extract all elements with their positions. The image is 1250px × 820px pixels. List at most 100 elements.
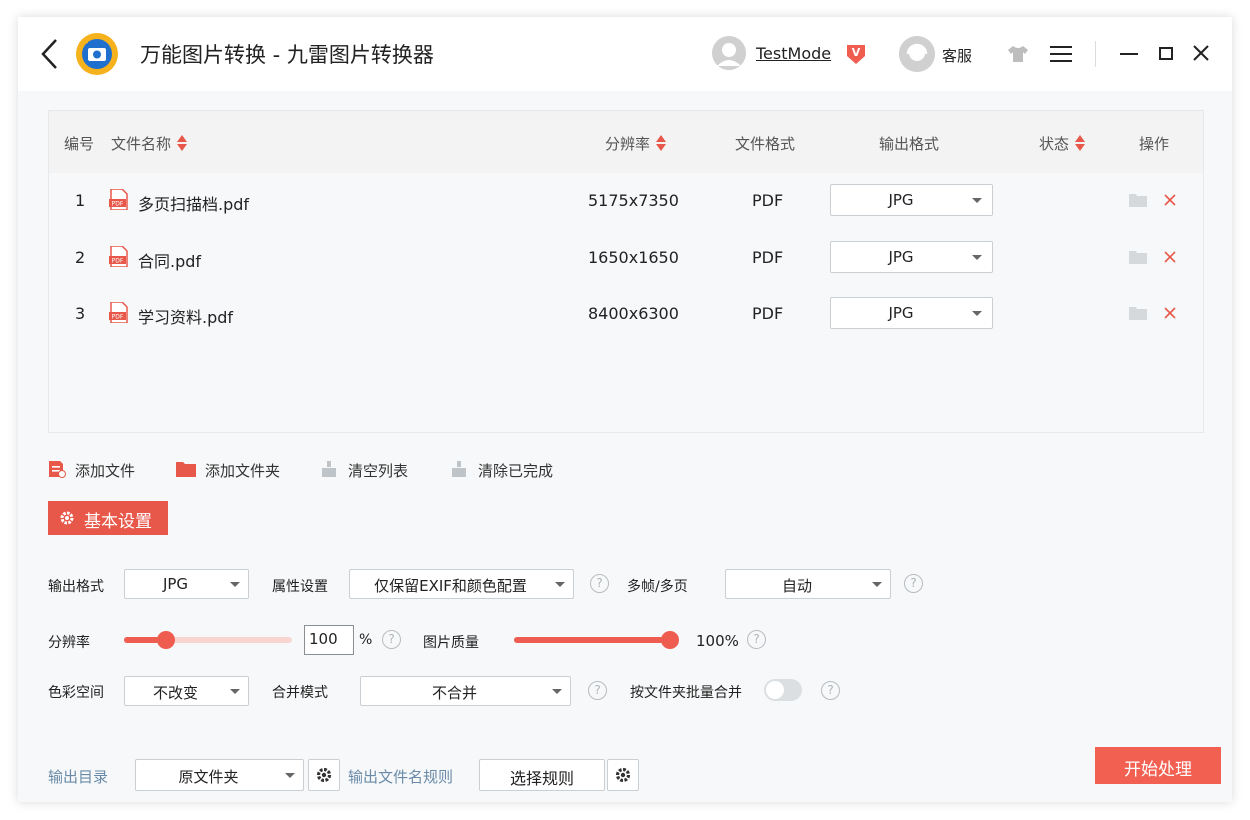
svg-text:PDF: PDF	[112, 201, 124, 208]
header-status-label: 状态	[1039, 135, 1070, 153]
row-resolution: 8400x6300	[588, 304, 679, 323]
add-folder-label: 添加文件夹	[205, 462, 281, 480]
header-output: 输出格式	[879, 135, 940, 153]
delete-row-icon[interactable]	[1163, 193, 1177, 207]
basic-settings-tab[interactable]: 基本设置	[48, 501, 168, 535]
row-format: PDF	[752, 191, 784, 210]
row-output-format-select[interactable]: JPG	[830, 184, 993, 216]
row-output-format-value: JPG	[888, 191, 914, 209]
help-icon[interactable]: ?	[590, 574, 609, 593]
svg-text:PDF: PDF	[112, 314, 124, 321]
row-filename: 合同.pdf	[138, 252, 202, 271]
row-output-format-value: JPG	[888, 248, 914, 266]
output-format-select[interactable]: JPG	[124, 569, 249, 599]
vip-badge-text: V	[852, 46, 861, 59]
add-folder-icon	[176, 462, 196, 477]
table-row[interactable]: 2 PDF 合同.pdf 1650x1650 PDF JPG	[49, 230, 1203, 286]
open-folder-icon[interactable]	[1129, 193, 1147, 207]
merge-mode-select[interactable]: 不合并	[360, 676, 571, 706]
help-icon[interactable]: ?	[382, 630, 401, 649]
quality-value: 100%	[696, 632, 739, 650]
quality-slider[interactable]	[514, 631, 679, 649]
quality-label: 图片质量	[423, 635, 479, 651]
header-resolution[interactable]: 分辨率	[605, 133, 667, 154]
sort-icon[interactable]	[1075, 135, 1086, 151]
clear-done-label: 清除已完成	[478, 462, 554, 480]
broom-icon	[452, 461, 466, 477]
pdf-file-icon: PDF	[109, 246, 128, 267]
header-name[interactable]: 文件名称	[111, 133, 188, 154]
batch-merge-label: 按文件夹批量合并	[630, 685, 742, 701]
customer-service-avatar[interactable]	[899, 36, 935, 72]
vip-badge-icon[interactable]: V	[843, 41, 869, 67]
output-dir-value: 原文件夹	[178, 768, 239, 786]
user-avatar[interactable]	[712, 36, 746, 70]
chevron-down-icon	[972, 255, 982, 260]
attr-setting-select[interactable]: 仅保留EXIF和颜色配置	[349, 569, 574, 599]
maximize-icon[interactable]	[1159, 47, 1173, 60]
app-window: 万能图片转换 - 九雷图片转换器 TestMode V 客服 编号 文件名称 分…	[18, 17, 1232, 802]
output-format-label: 输出格式	[48, 579, 104, 595]
row-output-format-select[interactable]: JPG	[830, 297, 993, 329]
chevron-down-icon	[285, 773, 295, 778]
gear-icon	[60, 511, 74, 525]
chevron-down-icon	[230, 689, 240, 694]
sort-icon[interactable]	[177, 135, 188, 151]
row-output-format-value: JPG	[888, 304, 914, 322]
row-index: 2	[75, 248, 86, 267]
customer-service-label[interactable]: 客服	[942, 45, 972, 66]
table-row[interactable]: 3 PDF 学习资料.pdf 8400x6300 PDF JPG	[49, 286, 1203, 342]
menu-icon[interactable]	[1050, 46, 1072, 62]
table-header: 编号 文件名称 分辨率 文件格式 输出格式 状态 操作	[49, 111, 1203, 173]
minimize-icon[interactable]	[1120, 53, 1138, 55]
header-resolution-label: 分辨率	[605, 135, 651, 153]
user-avatar-icon	[712, 36, 746, 70]
help-icon[interactable]: ?	[904, 574, 923, 593]
batch-merge-toggle[interactable]	[764, 679, 802, 701]
file-table: 编号 文件名称 分辨率 文件格式 输出格式 状态 操作 1 PDF 多页扫描档.…	[48, 110, 1204, 433]
help-icon[interactable]: ?	[588, 681, 607, 700]
header-status[interactable]: 状态	[1039, 133, 1086, 154]
skin-shirt-icon[interactable]	[1007, 45, 1029, 63]
output-dir-select[interactable]: 原文件夹	[135, 759, 304, 791]
header-format: 文件格式	[735, 135, 796, 153]
delete-row-icon[interactable]	[1163, 306, 1177, 320]
header-index: 编号	[64, 135, 95, 153]
multiframe-select[interactable]: 自动	[725, 569, 891, 599]
colorspace-select[interactable]: 不改变	[124, 676, 249, 706]
open-folder-icon[interactable]	[1129, 306, 1147, 320]
row-format: PDF	[752, 304, 784, 323]
user-name-link[interactable]: TestMode	[756, 44, 831, 63]
close-window-icon[interactable]	[1192, 44, 1210, 62]
table-row[interactable]: 1 PDF 多页扫描档.pdf 5175x7350 PDF JPG	[49, 173, 1203, 229]
help-icon[interactable]: ?	[747, 630, 766, 649]
sort-icon[interactable]	[656, 135, 667, 151]
quality-slider-handle[interactable]	[661, 631, 679, 649]
gear-icon	[615, 767, 631, 783]
chevron-down-icon	[555, 582, 565, 587]
row-output-format-select[interactable]: JPG	[830, 241, 993, 273]
back-arrow-icon[interactable]	[38, 37, 62, 71]
colorspace-value: 不改变	[152, 684, 198, 702]
output-dir-label: 输出目录	[48, 768, 109, 786]
gear-icon	[316, 767, 332, 783]
clear-list-label: 清空列表	[348, 462, 409, 480]
header-action: 操作	[1139, 135, 1170, 153]
name-rule-settings-button[interactable]	[607, 759, 639, 791]
resolution-slider-handle[interactable]	[157, 631, 175, 649]
multiframe-value: 自动	[781, 577, 812, 595]
start-processing-button[interactable]: 开始处理	[1095, 747, 1221, 784]
app-title: 万能图片转换 - 九雷图片转换器	[140, 43, 434, 67]
delete-row-icon[interactable]	[1163, 250, 1177, 264]
resolution-slider[interactable]	[124, 631, 292, 649]
output-format-value: JPG	[162, 575, 189, 593]
help-icon[interactable]: ?	[821, 681, 840, 700]
resolution-input[interactable]: 100	[304, 625, 354, 655]
open-folder-icon[interactable]	[1129, 250, 1147, 264]
output-dir-settings-button[interactable]	[308, 759, 340, 791]
broom-icon	[322, 461, 336, 477]
chevron-down-icon	[552, 689, 562, 694]
row-format: PDF	[752, 248, 784, 267]
pdf-file-icon: PDF	[109, 189, 128, 210]
select-rule-button[interactable]: 选择规则	[479, 759, 605, 791]
